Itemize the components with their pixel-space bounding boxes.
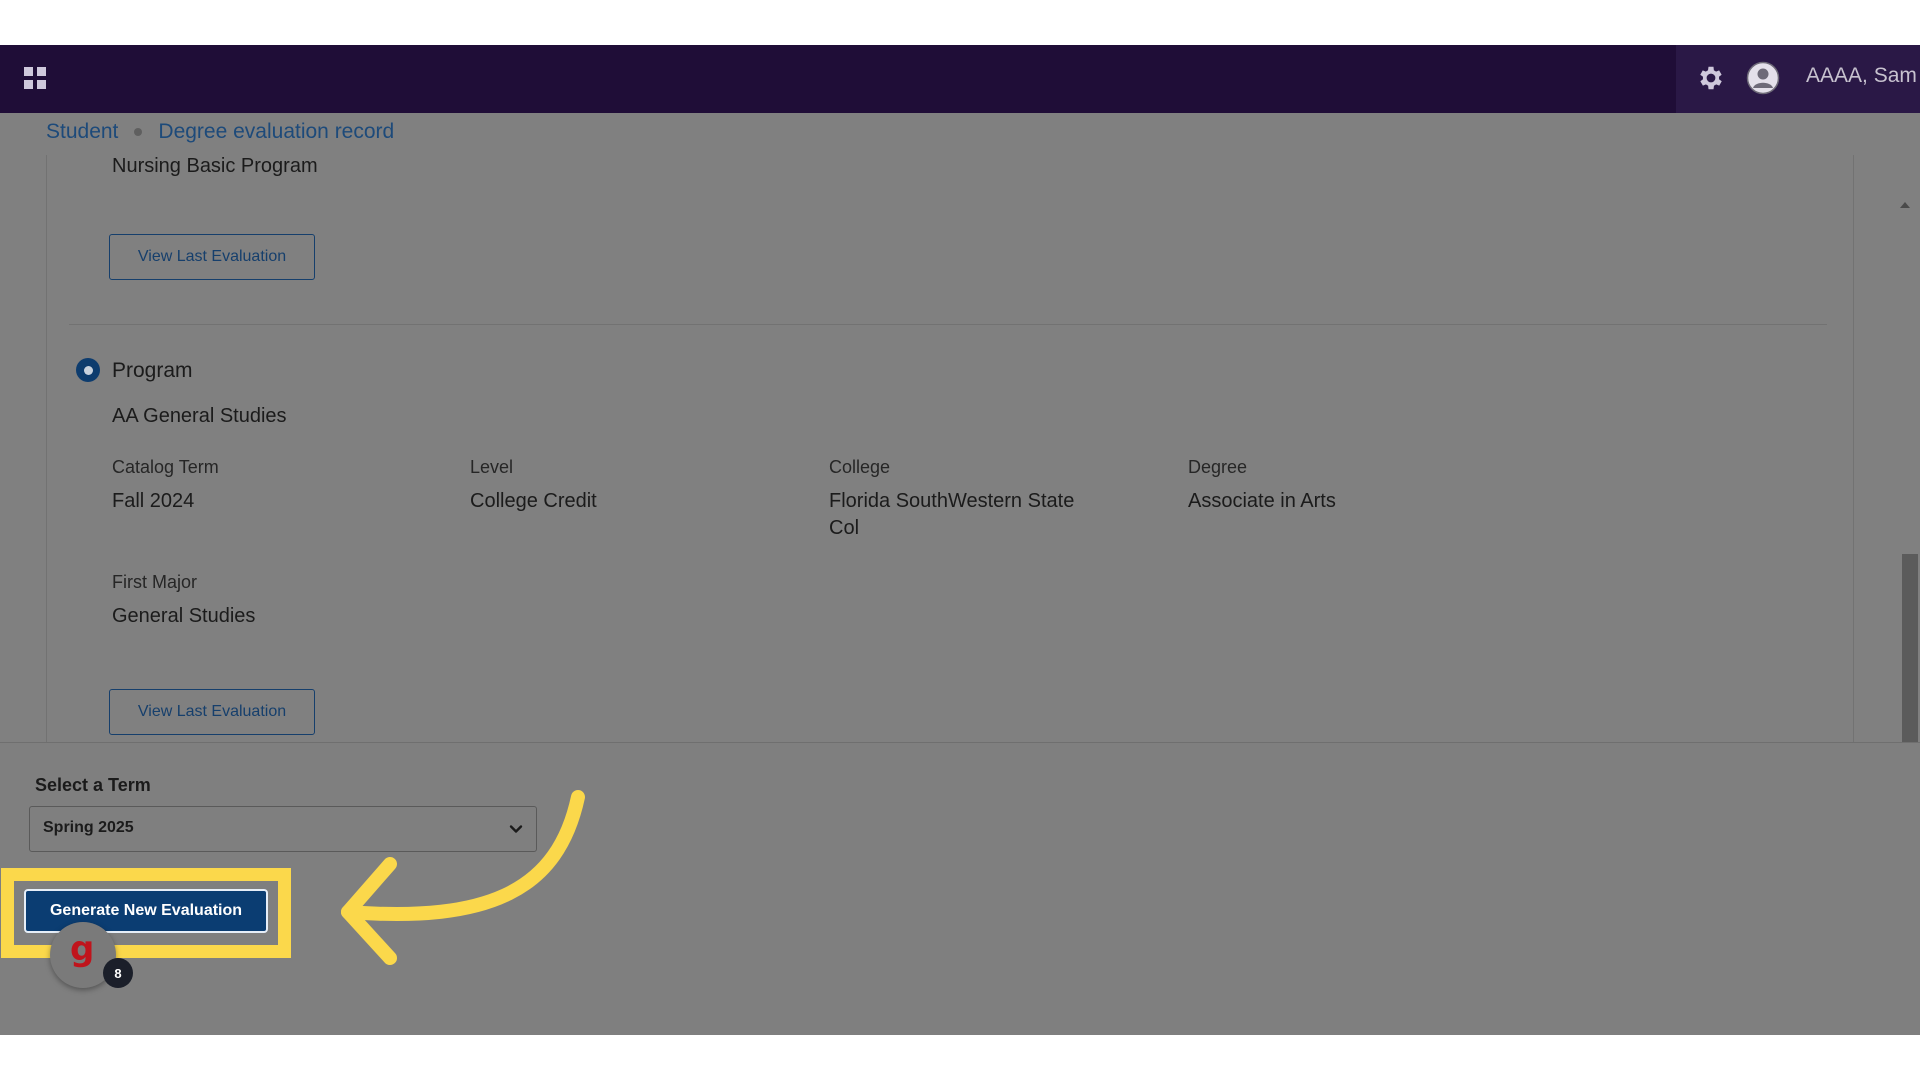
breadcrumb-student-link[interactable]: Student xyxy=(46,120,118,144)
user-toolbar: AAAA, Sam xyxy=(1676,45,1920,113)
user-avatar-icon[interactable] xyxy=(1746,61,1780,95)
catalog-term-value: Fall 2024 xyxy=(112,490,195,512)
user-name[interactable]: AAAA, Sam xyxy=(1806,64,1917,88)
program-radio-label[interactable]: Program xyxy=(112,359,193,383)
apps-grid-icon[interactable] xyxy=(24,67,46,89)
previous-program-name: Nursing Basic Program xyxy=(112,155,318,177)
help-widget-count-badge: 8 xyxy=(103,958,133,988)
breadcrumb: Student Degree evaluation record xyxy=(46,120,394,144)
tutorial-arrow-icon xyxy=(341,790,585,965)
college-value-line-1: Florida SouthWestern State xyxy=(829,490,1075,512)
gear-icon[interactable] xyxy=(1696,63,1726,93)
degree-value: Associate in Arts xyxy=(1188,490,1336,512)
first-major-label: First Major xyxy=(112,572,197,592)
college-value: Florida SouthWestern State Col xyxy=(829,488,1074,542)
first-major-value: General Studies xyxy=(112,605,256,627)
breadcrumb-separator xyxy=(134,128,143,136)
college-label: College xyxy=(829,457,891,477)
view-last-evaluation-button-previous[interactable]: View Last Evaluation xyxy=(109,234,315,280)
level-label: Level xyxy=(470,457,514,477)
scroll-up-arrow-icon[interactable] xyxy=(1900,202,1910,208)
program-name: AA General Studies xyxy=(112,405,287,427)
program-list-panel: Nursing Basic Program View Last Evaluati… xyxy=(46,155,1854,787)
degree-label: Degree xyxy=(1188,457,1248,477)
level-value: College Credit xyxy=(470,490,597,512)
breadcrumb-current[interactable]: Degree evaluation record xyxy=(158,120,394,144)
term-selected-value: Spring 2025 xyxy=(43,819,134,836)
help-widget-logo-icon: g xyxy=(70,929,95,969)
section-divider xyxy=(69,324,1827,325)
program-radio-button[interactable] xyxy=(76,358,100,382)
college-value-line-2: Col xyxy=(829,517,860,539)
select-term-label: Select a Term xyxy=(35,775,151,795)
catalog-term-label: Catalog Term xyxy=(112,457,219,477)
radio-selected-dot xyxy=(83,365,93,375)
generate-new-evaluation-button[interactable]: Generate New Evaluation xyxy=(24,889,268,933)
view-last-evaluation-button[interactable]: View Last Evaluation xyxy=(109,689,315,735)
top-navigation-bar: AAAA, Sam xyxy=(0,45,1920,113)
